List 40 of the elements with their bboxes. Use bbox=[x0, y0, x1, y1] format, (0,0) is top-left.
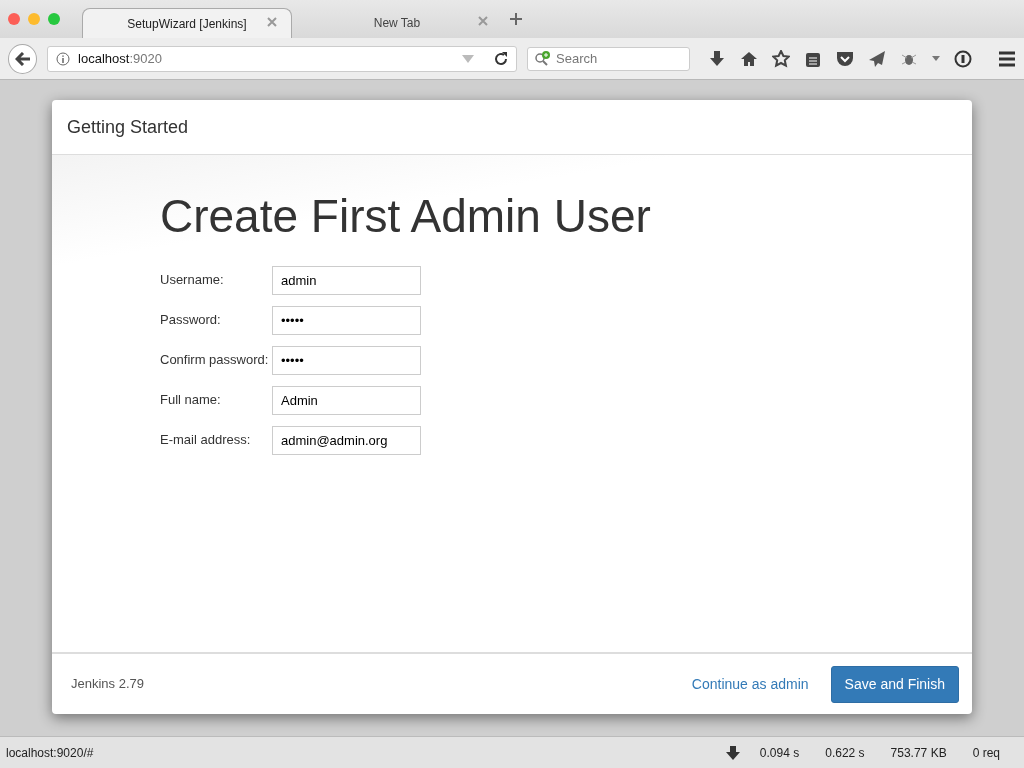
dropdown-arrow-icon[interactable] bbox=[932, 56, 940, 61]
reload-icon[interactable] bbox=[494, 51, 509, 66]
page-heading: Create First Admin User bbox=[160, 189, 652, 244]
pocket-icon[interactable] bbox=[836, 49, 854, 68]
input-field[interactable]: ••••• bbox=[272, 306, 421, 336]
url-text: localhost:9020 bbox=[78, 49, 162, 68]
search-icon bbox=[534, 50, 553, 67]
info-icon[interactable] bbox=[954, 49, 972, 68]
save-button[interactable]: Save and Finish bbox=[830, 665, 959, 703]
star-icon[interactable] bbox=[772, 49, 790, 68]
field-label: E-mail address: bbox=[160, 431, 252, 450]
status-stat: 0.622 s bbox=[825, 744, 865, 762]
paper-plane-icon[interactable] bbox=[868, 49, 886, 68]
menu-icon[interactable] bbox=[998, 49, 1016, 68]
field-label: Full name: bbox=[160, 391, 222, 410]
input-field[interactable]: Admin bbox=[272, 386, 421, 416]
status-stat: 0 req bbox=[972, 744, 1000, 762]
status-stat: 0.094 s bbox=[759, 744, 800, 762]
continue-link[interactable]: Continue as admin bbox=[691, 673, 809, 695]
back-button[interactable] bbox=[8, 43, 38, 74]
download-icon[interactable] bbox=[708, 49, 726, 68]
browser-tab[interactable]: New Tab bbox=[292, 8, 502, 38]
input-field[interactable]: admin bbox=[272, 266, 421, 296]
new-tab-icon[interactable] bbox=[510, 13, 522, 25]
version-label: Jenkins 2.79 bbox=[71, 675, 144, 694]
close-tab-icon[interactable] bbox=[267, 17, 277, 27]
browser-tab[interactable]: SetupWizard [Jenkins] bbox=[82, 8, 292, 38]
download-icon bbox=[725, 745, 740, 760]
home-icon[interactable] bbox=[740, 49, 758, 68]
field-label: Confirm password: bbox=[160, 351, 270, 370]
field-label: Password: bbox=[160, 311, 222, 330]
status-stat: 753.77 KB bbox=[890, 744, 947, 762]
search-field[interactable]: Search bbox=[527, 46, 690, 71]
input-field[interactable]: admin@admin.org bbox=[272, 426, 421, 456]
input-field[interactable]: ••••• bbox=[272, 346, 421, 376]
status-url: localhost:9020/# bbox=[6, 744, 94, 762]
address-bar[interactable]: localhost:9020 bbox=[47, 45, 518, 72]
back-arrow-icon bbox=[14, 51, 31, 66]
dialog-title: Getting Started bbox=[67, 115, 189, 139]
field-label: Username: bbox=[160, 271, 225, 290]
